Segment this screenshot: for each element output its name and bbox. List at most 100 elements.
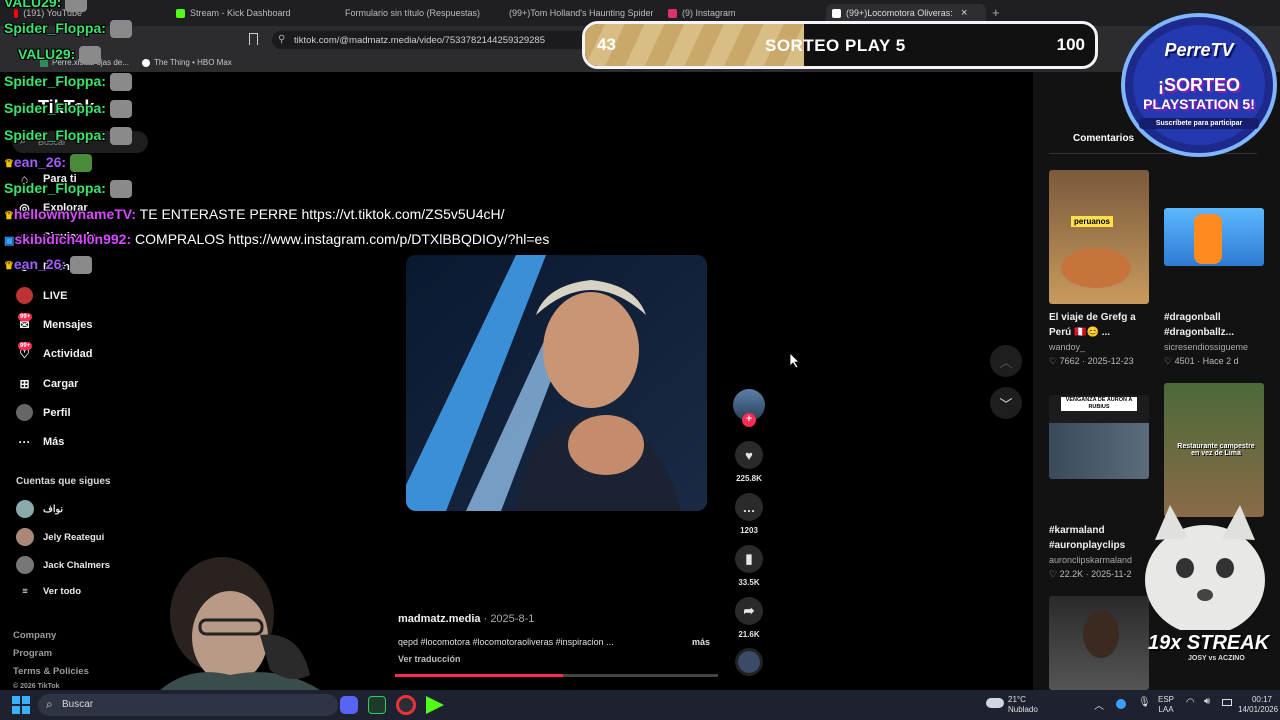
related-user[interactable]: auronclipskarmaland bbox=[1049, 555, 1132, 565]
clock[interactable]: 00:17 14/01/2026 bbox=[1238, 695, 1279, 715]
sound-disc-button[interactable] bbox=[733, 648, 765, 676]
video-author[interactable]: madmatz.media · 2025-8-1 bbox=[398, 613, 534, 625]
tab-label: (9) Instagram bbox=[682, 8, 736, 18]
sidebar-item-mas[interactable]: ··· Más bbox=[16, 433, 65, 450]
translate-button[interactable]: Ver traducción bbox=[398, 654, 461, 664]
bookmark-hbo[interactable]: The Thing • HBO Max bbox=[142, 58, 232, 67]
avatar bbox=[16, 500, 34, 518]
next-video-button[interactable]: ﹀ bbox=[990, 387, 1022, 419]
avatar bbox=[16, 528, 34, 546]
following-name: نواف bbox=[43, 503, 64, 515]
weather-widget[interactable]: 21°C Nublado bbox=[1008, 695, 1038, 715]
url-field[interactable]: ⚲ tiktok.com/@madmatz.media/video/753378… bbox=[272, 31, 592, 49]
clock-date: 14/01/2026 bbox=[1238, 705, 1279, 714]
wifi-icon[interactable]: ◠ bbox=[1186, 697, 1195, 708]
related-title[interactable]: #dragonball #dragonballz... bbox=[1164, 310, 1264, 340]
clock-time: 00:17 bbox=[1251, 695, 1272, 704]
weather-temp: 21°C bbox=[1008, 695, 1026, 704]
weather-icon[interactable] bbox=[986, 698, 1004, 708]
chat-message: VALU29: bbox=[4, 0, 88, 13]
footer-program[interactable]: Program bbox=[13, 648, 52, 659]
following-item[interactable]: نواف bbox=[16, 500, 63, 518]
close-tab-icon[interactable]: × bbox=[961, 7, 967, 19]
taskbar-search[interactable]: ⌕ Buscar bbox=[38, 694, 338, 716]
volume-icon[interactable]: 🔊︎ bbox=[1204, 696, 1210, 707]
sorteo-goal: 100 bbox=[1056, 35, 1085, 54]
previous-video-button[interactable]: ︿ bbox=[990, 345, 1022, 377]
thumb-caption: Restaurante campestre en vez de Lima bbox=[1177, 443, 1255, 457]
tab-formulario[interactable]: Formulario sin título (Respuestas) bbox=[334, 4, 484, 22]
sidebar-item-label: Perfil bbox=[43, 406, 71, 419]
chat-username: ean_26 bbox=[13, 256, 62, 272]
anime-character-image bbox=[1194, 214, 1222, 264]
comment-button[interactable]: … 1203 bbox=[733, 493, 765, 535]
like-count: 225.8K bbox=[736, 474, 762, 483]
chat-message: ♛hellowmynameTV: TE ENTERASTE PERRE http… bbox=[4, 206, 505, 222]
footer-company[interactable]: Company bbox=[13, 630, 56, 641]
perretv-cta: Suscríbete para participar bbox=[1139, 118, 1259, 129]
tray-chevron-up-icon[interactable]: ︿ bbox=[1094, 697, 1104, 712]
badge-icon: ▣ bbox=[4, 235, 15, 247]
video-progress-bar[interactable] bbox=[395, 674, 718, 677]
sidebar-item-live[interactable]: LIVE bbox=[16, 287, 67, 304]
footer-terms[interactable]: Terms & Policies bbox=[13, 666, 89, 677]
language-switcher[interactable]: ESP LAA bbox=[1158, 695, 1174, 715]
browser-app-icon[interactable] bbox=[396, 695, 416, 715]
related-video-thumb[interactable]: peruanos bbox=[1049, 170, 1149, 304]
following-item[interactable]: Jely Reategui bbox=[16, 528, 104, 546]
video-player[interactable] bbox=[406, 255, 707, 511]
crown-icon: ♛ bbox=[4, 260, 14, 272]
author-name: madmatz.media bbox=[398, 613, 481, 625]
cat-webcam bbox=[1140, 500, 1270, 635]
list-icon: ≡ bbox=[22, 586, 28, 597]
weather-desc: Nublado bbox=[1008, 705, 1038, 714]
sidebar-item-label: Cargar bbox=[43, 377, 79, 390]
chat-username: Spider_Floppa bbox=[4, 73, 102, 89]
related-video-thumb[interactable] bbox=[1164, 208, 1264, 266]
profile-icon bbox=[16, 404, 33, 421]
windows-start-icon[interactable] bbox=[12, 696, 30, 714]
streamer-webcam-image bbox=[160, 557, 320, 690]
related-video-thumb[interactable]: Restaurante campestre en vez de Lima bbox=[1164, 383, 1264, 517]
caption-more-button[interactable]: más bbox=[692, 637, 710, 647]
tab-tiktok-locomotora[interactable]: (99+)Locomotora Oliveras: In × bbox=[826, 4, 986, 22]
sidebar-item-perfil[interactable]: Perfil bbox=[16, 404, 71, 421]
tab-label: Formulario sin título (Respuestas) bbox=[345, 8, 481, 18]
sorteo-progress-bar: 43 SORTEO PLAY 5 100 bbox=[582, 21, 1098, 69]
messages-badge: 99+ bbox=[18, 313, 33, 321]
discord-app-icon[interactable] bbox=[340, 696, 358, 714]
perretv-line2: PLAYSTATION 5! bbox=[1143, 96, 1255, 112]
following-item[interactable]: Jack Chalmers bbox=[16, 556, 110, 574]
follow-plus-icon[interactable]: + bbox=[742, 413, 756, 427]
microphone-icon[interactable]: 🎙︎ bbox=[1138, 697, 1151, 708]
share-button[interactable]: ➦ 21.6K bbox=[733, 597, 765, 639]
related-user[interactable]: wandoy_ bbox=[1049, 342, 1085, 352]
kick-icon bbox=[176, 8, 185, 18]
crying-cat-image bbox=[1145, 505, 1265, 635]
save-button[interactable]: ▮ 33.5K bbox=[733, 545, 765, 587]
share-icon: ➦ bbox=[735, 597, 763, 625]
tab-kick-dashboard[interactable]: Stream - Kick Dashboard bbox=[170, 4, 320, 22]
see-all-following[interactable]: ≡ Ver todo bbox=[16, 586, 81, 597]
site-info-icon[interactable]: ⚲ bbox=[278, 34, 285, 45]
related-video-thumb[interactable] bbox=[1049, 596, 1149, 690]
chat-message: ▣skibidich4l0n992: COMPRALOS https://www… bbox=[4, 231, 550, 247]
terminal-app-icon[interactable] bbox=[368, 696, 386, 714]
tab-instagram[interactable]: (9) Instagram bbox=[662, 4, 812, 22]
tab-tiktok-spider[interactable]: (99+)Tom Holland's Haunting Spider bbox=[498, 4, 653, 22]
heart-icon: ♥ bbox=[735, 441, 763, 469]
taskbar-search-label: Buscar bbox=[62, 699, 94, 710]
related-video-thumb[interactable]: VENGANZA DE AURON A RUBIUS bbox=[1049, 395, 1149, 479]
like-button[interactable]: ♥ 225.8K bbox=[733, 441, 765, 483]
author-avatar-button[interactable]: + bbox=[733, 389, 765, 427]
related-title[interactable]: El viaje de Grefg a Perú 🇵🇪😊 ... bbox=[1049, 310, 1149, 340]
related-user[interactable]: sicresendiossigueme bbox=[1164, 342, 1248, 352]
guinea-pig-image bbox=[1061, 248, 1131, 288]
bookmark-icon[interactable] bbox=[249, 33, 258, 45]
battery-icon[interactable] bbox=[1222, 699, 1232, 706]
streak-counter: 19x STREAK bbox=[1148, 632, 1270, 654]
sidebar-item-cargar[interactable]: ⊞ Cargar bbox=[16, 375, 78, 392]
new-tab-button[interactable]: + bbox=[992, 5, 1000, 20]
tray-app-icon[interactable] bbox=[1116, 699, 1126, 709]
share-count: 21.6K bbox=[738, 630, 760, 639]
